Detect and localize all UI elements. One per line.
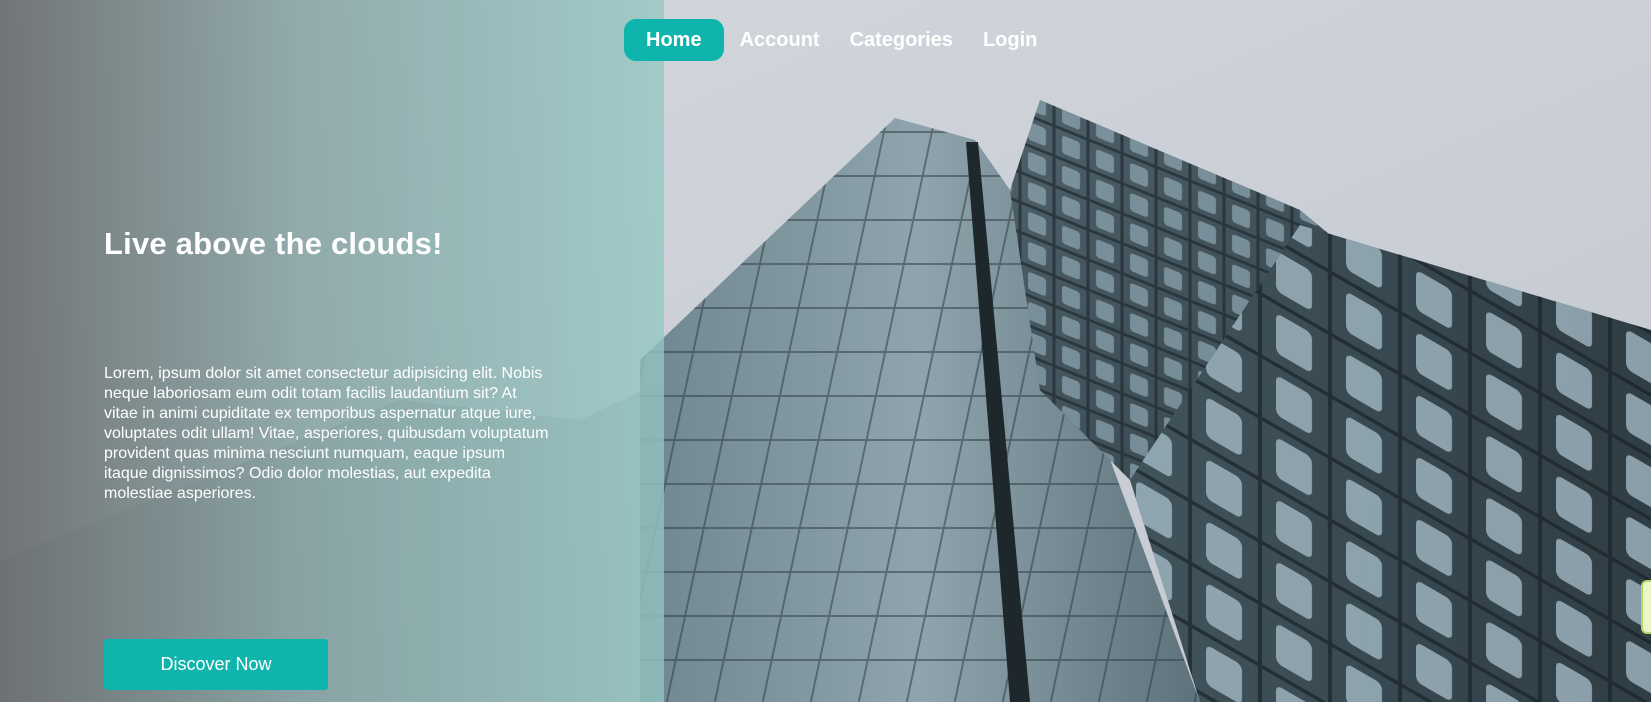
main-nav: Home Account Categories Login: [624, 18, 1059, 61]
nav-login-link[interactable]: Login: [967, 19, 1051, 61]
nav-categories-link[interactable]: Categories: [834, 19, 967, 61]
nav-home-link[interactable]: Home: [624, 18, 724, 61]
hero-description: Lorem, ipsum dolor sit amet consectetur …: [104, 365, 549, 502]
left-gradient-overlay: [0, 0, 664, 702]
nav-account-link[interactable]: Account: [724, 19, 834, 61]
landing-page: Home Account Categories Login Live above…: [0, 0, 1651, 702]
discover-now-button[interactable]: Discover Now: [104, 639, 328, 690]
hero-headline: Live above the clouds!: [104, 226, 443, 261]
side-edge-tab[interactable]: [1641, 580, 1651, 634]
